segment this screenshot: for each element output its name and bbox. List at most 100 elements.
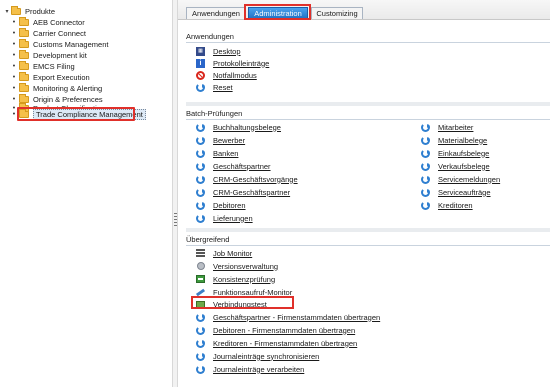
section-batch-pruefungen: Buchhaltungsbelege Bewerber Banken Gesch…	[186, 120, 550, 226]
link-label[interactable]: Banken	[213, 149, 238, 158]
tab-anwendungen[interactable]: Anwendungen	[186, 7, 246, 19]
link-debitoren-firmenstammdaten[interactable]: Debitoren - Firmenstammdaten übertragen	[196, 325, 355, 335]
refresh-icon	[196, 312, 205, 322]
tab-customizing[interactable]: Customizing	[311, 7, 363, 19]
refresh-icon	[196, 174, 205, 184]
splitter-grip-icon[interactable]	[174, 213, 177, 227]
link-label[interactable]: Kreditoren	[438, 201, 473, 210]
link-kreditoren[interactable]: Kreditoren	[421, 200, 473, 210]
highlight-box	[191, 296, 294, 309]
tree-item-development-kit[interactable]: • Development kit	[11, 50, 87, 61]
link-label[interactable]: Einkaufsbelege	[438, 149, 489, 158]
section-header-uebergreifend: Übergreifend	[186, 234, 550, 246]
tree-item-monitoring-alerting[interactable]: • Monitoring & Alerting	[11, 83, 102, 94]
link-mitarbeiter[interactable]: Mitarbeiter	[421, 122, 473, 132]
section-uebergreifend: Job Monitor Versionsverwaltung Konsisten…	[186, 246, 550, 384]
tree-item-label: Carrier Connect	[33, 29, 86, 38]
tree-item-label: Customs Management	[33, 40, 109, 49]
link-protokolleintraege[interactable]: i Protokolleinträge	[196, 58, 269, 68]
link-crm-geschaeftsvorgaenge[interactable]: CRM-Geschäftsvorgänge	[196, 174, 298, 184]
link-label[interactable]: Journaleinträge synchronisieren	[213, 352, 319, 361]
section-separator	[186, 102, 550, 106]
link-label[interactable]: Journaleinträge verarbeiten	[213, 365, 304, 374]
link-geschaeftspartner[interactable]: Geschäftspartner	[196, 161, 271, 171]
refresh-icon	[196, 200, 205, 210]
refresh-icon	[421, 187, 430, 197]
bullet-icon: •	[12, 52, 16, 59]
link-notfallmodus[interactable]: Notfallmodus	[196, 70, 257, 80]
link-journaleintraege-synchronisieren[interactable]: Journaleinträge synchronisieren	[196, 351, 319, 361]
link-label[interactable]: Mitarbeiter	[438, 123, 473, 132]
link-journaleintraege-verarbeiten[interactable]: Journaleinträge verarbeiten	[196, 364, 304, 374]
link-label[interactable]: Versionsverwaltung	[213, 262, 278, 271]
link-job-monitor[interactable]: Job Monitor	[196, 248, 252, 258]
link-label[interactable]: Konsistenzprüfung	[213, 275, 275, 284]
tree-item-carrier-connect[interactable]: • Carrier Connect	[11, 28, 86, 39]
tree-item-label: Produkte	[25, 7, 56, 16]
refresh-icon	[196, 187, 205, 197]
link-bewerber[interactable]: Bewerber	[196, 135, 245, 145]
link-label[interactable]: Lieferungen	[213, 214, 253, 223]
refresh-icon	[196, 213, 205, 223]
link-label[interactable]: Desktop	[213, 47, 241, 56]
link-reset[interactable]: Reset	[196, 82, 233, 92]
folder-icon	[19, 61, 29, 70]
link-desktop[interactable]: ▦ Desktop	[196, 46, 241, 56]
link-label[interactable]: Geschäftspartner - Firmenstammdaten über…	[213, 313, 380, 322]
link-konsistenzpruefung[interactable]: Konsistenzprüfung	[196, 274, 275, 284]
link-einkaufsbelege[interactable]: Einkaufsbelege	[421, 148, 489, 158]
folder-icon	[19, 50, 29, 59]
link-label[interactable]: Bewerber	[213, 136, 245, 145]
refresh-icon	[421, 161, 430, 171]
folder-icon	[19, 39, 29, 48]
tree-item-customs-management[interactable]: • Customs Management	[11, 39, 108, 50]
bullet-icon: •	[12, 41, 16, 48]
link-label[interactable]: Geschäftspartner	[213, 162, 271, 171]
link-servicemeldungen[interactable]: Servicemeldungen	[421, 174, 500, 184]
refresh-icon	[196, 82, 205, 92]
link-label[interactable]: Debitoren	[213, 201, 246, 210]
refresh-icon	[196, 364, 205, 374]
refresh-icon	[196, 148, 205, 158]
link-materialbelege[interactable]: Materialbelege	[421, 135, 487, 145]
link-lieferungen[interactable]: Lieferungen	[196, 213, 253, 223]
collapse-icon[interactable]: ▾	[3, 8, 11, 15]
link-label[interactable]: CRM-Geschäftspartner	[213, 188, 290, 197]
link-label[interactable]: Reset	[213, 83, 233, 92]
link-label[interactable]: Servicemeldungen	[438, 175, 500, 184]
link-label[interactable]: Debitoren - Firmenstammdaten übertragen	[213, 326, 355, 335]
tree-item-export-execution[interactable]: • Export Execution	[11, 72, 90, 83]
refresh-icon	[196, 338, 205, 348]
section-header-batch-pruefungen: Batch-Prüfungen	[186, 108, 550, 120]
tree-item-aeb-connector[interactable]: • AEB Connector	[11, 17, 85, 28]
link-gp-firmenstammdaten[interactable]: Geschäftspartner - Firmenstammdaten über…	[196, 312, 380, 322]
refresh-icon	[421, 200, 430, 210]
link-label[interactable]: Materialbelege	[438, 136, 487, 145]
link-label[interactable]: Serviceaufträge	[438, 188, 491, 197]
link-label[interactable]: CRM-Geschäftsvorgänge	[213, 175, 298, 184]
link-label[interactable]: Protokolleinträge	[213, 59, 269, 68]
link-debitoren[interactable]: Debitoren	[196, 200, 246, 210]
link-banken[interactable]: Banken	[196, 148, 238, 158]
bullet-icon: •	[12, 85, 16, 92]
tree-item-label: Monitoring & Alerting	[33, 84, 103, 93]
highlight-box	[17, 107, 135, 121]
link-label[interactable]: Buchhaltungsbelege	[213, 123, 281, 132]
content-pane: Anwendungen Administration Customizing A…	[178, 0, 550, 387]
refresh-icon	[421, 148, 430, 158]
link-kreditoren-firmenstammdaten[interactable]: Kreditoren - Firmenstammdaten übertragen	[196, 338, 357, 348]
tree-item-emcs-filing[interactable]: • EMCS Filing	[11, 61, 75, 72]
link-buchhaltungsbelege[interactable]: Buchhaltungsbelege	[196, 122, 281, 132]
link-label[interactable]: Job Monitor	[213, 249, 252, 258]
link-label[interactable]: Verkaufsbelege	[438, 162, 490, 171]
refresh-icon	[421, 135, 430, 145]
section-separator	[186, 228, 550, 232]
tree-item-produkte[interactable]: ▾ Produkte	[3, 6, 55, 17]
folder-icon	[19, 83, 29, 92]
link-label[interactable]: Notfallmodus	[213, 71, 257, 80]
link-verkaufsbelege[interactable]: Verkaufsbelege	[421, 161, 490, 171]
link-serviceauftraege[interactable]: Serviceaufträge	[421, 187, 491, 197]
link-label[interactable]: Kreditoren - Firmenstammdaten übertragen	[213, 339, 357, 348]
link-versionsverwaltung[interactable]: Versionsverwaltung	[196, 261, 278, 271]
link-crm-geschaeftspartner[interactable]: CRM-Geschäftspartner	[196, 187, 290, 197]
